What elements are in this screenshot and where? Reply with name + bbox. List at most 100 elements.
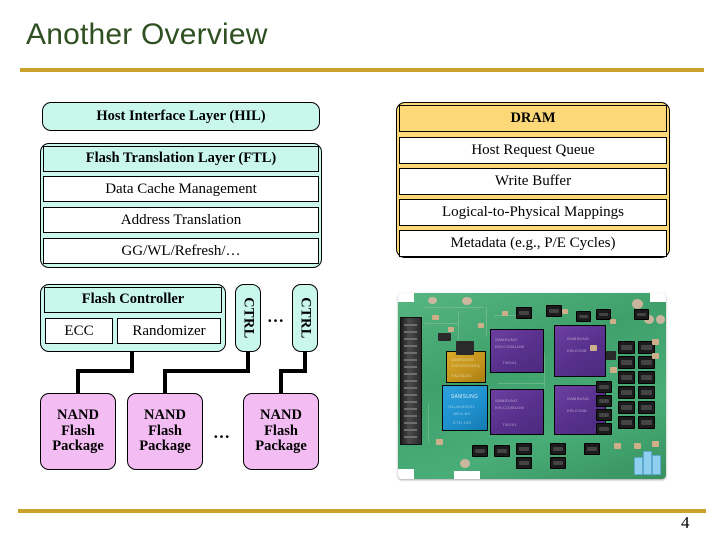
ftl-header[interactable]: Flash Translation Layer (FTL) <box>43 146 319 172</box>
capacitor <box>516 443 532 455</box>
capacitor <box>596 309 611 320</box>
board-notch <box>398 469 414 479</box>
smd-component <box>652 353 659 359</box>
smd-component <box>606 351 616 360</box>
mount-pad <box>632 299 643 309</box>
capacitor <box>618 386 635 399</box>
smd-component <box>436 439 443 445</box>
connector-line <box>163 369 167 394</box>
pcb-trace <box>544 353 545 389</box>
nand-package-n-line1: NAND <box>260 407 302 424</box>
dram-cache-chip: SAMSUNG K4P4G324EQ FA238201 <box>446 351 486 383</box>
capacitor <box>546 305 562 317</box>
nand-package-1-line1: NAND <box>57 407 99 424</box>
pcb-trace <box>498 383 544 384</box>
smd-component <box>456 341 474 355</box>
capacitor <box>472 445 488 457</box>
title-divider <box>20 68 704 72</box>
capacitor <box>596 395 612 407</box>
capacitor <box>638 386 655 399</box>
board-notch <box>650 293 666 302</box>
ssd-circuit-board-photo: SAMSUNG K9LCG08U1M TW241 SAMSUNG K9LCG08… <box>384 285 680 487</box>
dram-item-write-buffer[interactable]: Write Buffer <box>399 168 667 195</box>
board-notch <box>454 471 480 479</box>
connector-line <box>76 369 134 373</box>
pcb-trace <box>486 307 487 337</box>
nand-flash-package-1[interactable]: NAND Flash Package <box>40 393 116 470</box>
smd-component <box>438 333 451 341</box>
controller-box-1-label: CTRL <box>240 297 257 339</box>
smd-component <box>478 323 484 328</box>
controller-ellipsis: … <box>267 307 285 326</box>
capacitor <box>638 371 655 384</box>
controller-box-1[interactable]: CTRL <box>235 284 261 352</box>
nand-chip: SAMSUNG K9LCG08U1M TW241 <box>490 389 544 435</box>
smd-component <box>502 311 508 316</box>
pcb-trace <box>424 323 458 324</box>
nand-package-2-line1: NAND <box>144 407 186 424</box>
nand-package-ellipsis: … <box>213 423 231 442</box>
capacitor <box>596 381 612 393</box>
host-interface-layer-box[interactable]: Host Interface Layer (HIL) <box>42 102 320 131</box>
dram-item-host-request-queue[interactable]: Host Request Queue <box>399 137 667 164</box>
nand-package-1-line2: Flash <box>61 422 95 439</box>
mount-pad <box>656 315 665 324</box>
smd-component <box>652 339 659 345</box>
nand-flash-package-2[interactable]: NAND Flash Package <box>127 393 203 470</box>
mount-pad <box>428 297 437 304</box>
smd-component <box>652 441 659 447</box>
nand-flash-package-n[interactable]: NAND Flash Package <box>243 393 319 470</box>
flash-controller-randomizer-block[interactable]: Randomizer <box>117 318 221 344</box>
dram-item-logical-to-physical-mappings[interactable]: Logical-to-Physical Mappings <box>399 199 667 226</box>
capacitor <box>494 445 510 457</box>
board-notch <box>398 293 414 302</box>
connector-line <box>76 369 80 394</box>
pcb-board: SAMSUNG K9LCG08U1M TW241 SAMSUNG K9LCG08… <box>398 293 666 479</box>
smd-component <box>590 345 597 351</box>
capacitor <box>596 423 612 435</box>
ftl-item-gc-wl-refresh[interactable]: GG/WL/Refresh/… <box>43 238 319 264</box>
smd-component <box>432 315 439 320</box>
smd-component <box>610 319 616 324</box>
page-number: 4 <box>681 513 690 532</box>
capacitor <box>638 401 655 414</box>
nand-chip: SAMSUNG K9LCG08 <box>554 325 606 377</box>
capacitor <box>596 409 612 421</box>
smd-component <box>610 367 617 373</box>
flash-controller-ecc-block[interactable]: ECC <box>45 318 113 344</box>
capacitor <box>550 457 566 469</box>
mount-pad <box>460 459 470 468</box>
watermark-logo <box>632 449 662 475</box>
pcb-trace <box>424 307 484 308</box>
capacitor <box>618 341 635 354</box>
capacitor <box>516 307 532 319</box>
nand-package-2-line3: Package <box>139 438 191 455</box>
ftl-item-address-translation[interactable]: Address Translation <box>43 207 319 233</box>
nand-package-2-line2: Flash <box>148 422 182 439</box>
connector-line <box>163 369 250 373</box>
nand-chip: SAMSUNG K9LCG08U1M TW241 <box>490 329 544 373</box>
capacitor <box>516 457 532 469</box>
smd-component <box>614 443 621 449</box>
slide-canvas: Another Overview Host Interface Layer (H… <box>0 0 720 540</box>
footer-divider <box>18 509 706 513</box>
smd-component <box>562 309 568 314</box>
controller-box-n[interactable]: CTRL <box>292 284 318 352</box>
controller-box-n-label: CTRL <box>297 297 314 339</box>
capacitor <box>618 371 635 384</box>
capacitor <box>618 356 635 369</box>
nand-package-n-line2: Flash <box>264 422 298 439</box>
nand-package-1-line3: Package <box>52 438 104 455</box>
capacitor <box>618 401 635 414</box>
sata-connector <box>400 317 422 445</box>
flash-controller-header[interactable]: Flash Controller <box>44 287 222 313</box>
smd-component <box>448 327 454 332</box>
capacitor <box>550 443 566 455</box>
connector-line <box>279 369 307 373</box>
ssd-controller-chip: SAMSUNG S4LN045X01 MEX-B0 GTN 10E <box>442 385 488 431</box>
capacitor <box>618 416 635 429</box>
dram-header[interactable]: DRAM <box>399 105 667 132</box>
capacitor <box>576 311 591 322</box>
ftl-item-data-cache-management[interactable]: Data Cache Management <box>43 176 319 202</box>
dram-item-metadata[interactable]: Metadata (e.g., P/E Cycles) <box>399 230 667 257</box>
